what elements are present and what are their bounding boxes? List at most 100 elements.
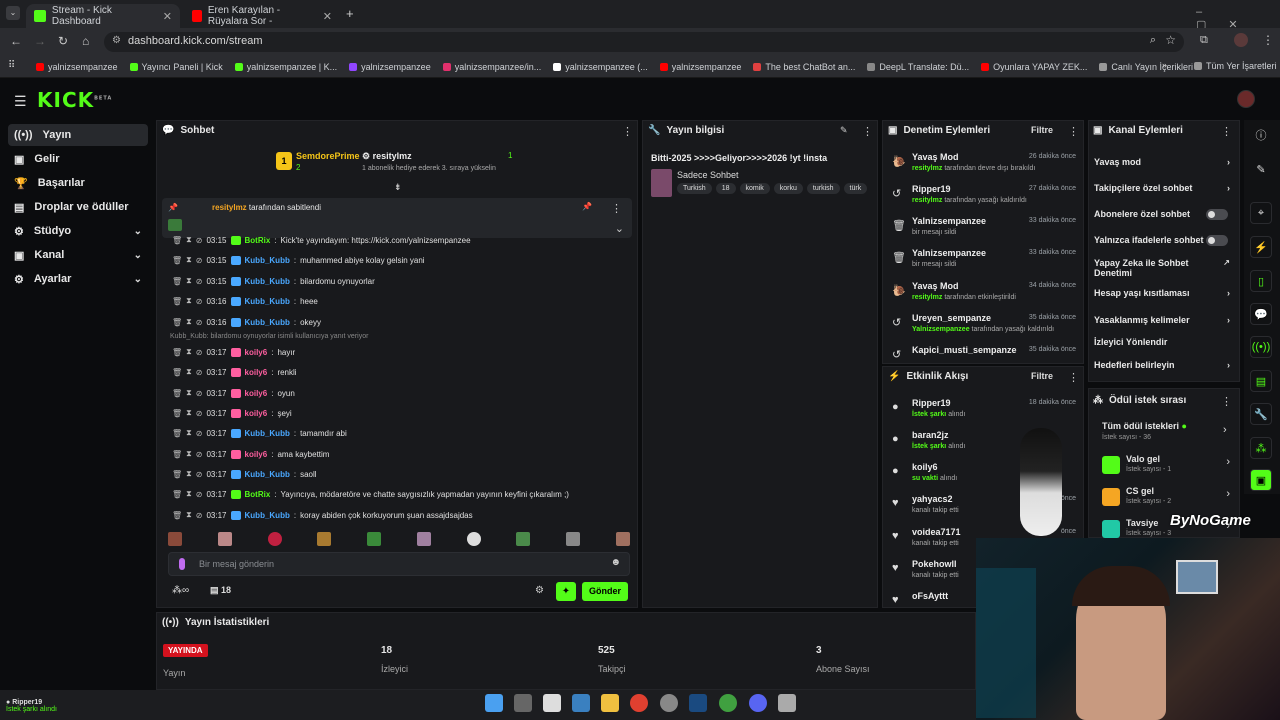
delete-icon[interactable]: 🗑 [172,490,182,499]
tag-chip[interactable]: 18 [715,183,736,194]
user-avatar[interactable] [1237,90,1255,108]
tab-close-icon[interactable]: ✕ [323,10,332,23]
pencil-icon[interactable]: ✎ [1250,158,1272,180]
home-icon[interactable]: ⌂ [82,34,89,48]
sidebar-item-gelir[interactable]: ▣ Gelir [8,148,148,170]
gifter-name[interactable]: SemdorePrime [296,151,360,161]
rewards-menu-icon[interactable]: ⋮ [1221,395,1232,408]
ban-icon[interactable]: ⊘ [196,389,203,398]
tag-chip[interactable]: turkish [806,183,840,194]
toggle-switch[interactable] [1206,235,1228,246]
pinned-menu-icon[interactable]: ⋮ [611,202,622,215]
channel-action-item[interactable]: Yavaş mod › [1094,157,1234,167]
document-icon[interactable]: ▯ [1250,270,1272,292]
bookmark[interactable]: Yayıncı Paneli | Kick [129,62,223,72]
chat-bubble-icon[interactable]: 💬 [1250,303,1272,325]
photos-icon[interactable] [572,694,590,712]
tag-chip[interactable]: türk [843,183,868,194]
delete-icon[interactable]: 🗑 [172,277,182,286]
emote-icon[interactable] [615,532,630,546]
chatters-infinity[interactable]: ⁂∞ [172,585,189,596]
sidebar-item-basarilar[interactable]: 🏆 Başarılar [8,172,148,194]
channel-action-item[interactable]: Yapay Zeka ile Sohbet Denetimi ↗ [1094,258,1234,278]
steam-icon[interactable] [689,694,707,712]
message-username[interactable]: BotRix [245,236,271,245]
channel-action-item[interactable]: Abonelere özel sohbet [1094,209,1234,220]
timeout-icon[interactable]: ⧗ [186,388,192,398]
bookmark[interactable]: Oyunlara YAPAY ZEK... [981,62,1087,72]
extensions-icon[interactable]: ⧉ [1200,34,1208,47]
tab-kick-dashboard[interactable]: Stream - Kick Dashboard ✕ [26,4,180,28]
sidebar-item-yayin[interactable]: ((•)) Yayın [8,124,148,146]
file-explorer-icon[interactable] [601,694,619,712]
focus-icon[interactable]: ⌖ [1250,202,1272,224]
activity-filter-button[interactable]: Filtre [1031,371,1053,381]
tab-youtube[interactable]: Eren Karayılan - Rüyalara Sor - ✕ [184,4,340,28]
bookmark-folder[interactable]: Canlı Yayın İçerikleri [1099,62,1193,72]
back-icon[interactable]: ← [10,34,22,48]
delete-icon[interactable]: 🗑 [172,368,182,377]
ban-icon[interactable]: ⊘ [196,429,203,438]
gift-user[interactable]: ⚙ resitylmz [362,151,412,162]
message-username[interactable]: koily6 [245,368,268,377]
emote-icon[interactable] [466,532,481,546]
collapse-icon[interactable]: ⇟ [394,182,402,193]
message-username[interactable]: koily6 [245,389,268,398]
message-username[interactable]: Kubb_Kubb [245,256,290,265]
bookmark[interactable]: yalnizsempanzee [659,62,741,72]
message-username[interactable]: Kubb_Kubb [245,511,290,520]
sidebar-item-studyo[interactable]: ⚙ Stüdyo ⌄ [8,220,148,242]
bookmark[interactable]: The best ChatBot an... [753,62,855,72]
zoom-icon[interactable]: ⌕ [1150,34,1156,47]
hamburger-menu-icon[interactable]: ☰ [14,93,27,110]
timeout-icon[interactable]: ⧗ [186,367,192,377]
task-view-icon[interactable] [514,694,532,712]
mod-action-item[interactable]: 🐌 Yavaş Mod 34 dakika önce resitylmz tarafı… [892,281,1078,311]
reward-item[interactable]: Valo gel İstek sayısı - 1 › [1102,454,1232,482]
message-username[interactable]: koily6 [245,409,268,418]
emote-icon[interactable] [217,532,232,546]
profile-avatar[interactable] [1234,33,1248,47]
lightning-icon[interactable]: ⚡ [1250,236,1272,258]
ban-icon[interactable]: ⊘ [196,470,203,479]
ban-icon[interactable]: ⊘ [196,318,203,327]
emote-icon[interactable] [367,532,382,546]
delete-icon[interactable]: 🗑 [172,511,182,520]
channel-menu-icon[interactable]: ⋮ [1221,125,1232,138]
channel-action-item[interactable]: Yalnızca ifadelerle sohbet [1094,235,1234,246]
delete-icon[interactable]: 🗑 [172,297,182,306]
mod-menu-icon[interactable]: ⋮ [1068,125,1079,138]
channel-action-item[interactable]: İzleyici Yönlendir [1094,337,1234,347]
chrome-icon[interactable] [630,694,648,712]
message-username[interactable]: Kubb_Kubb [245,277,290,286]
delete-icon[interactable]: 🗑 [172,470,182,479]
nodes-icon[interactable]: ⁂ [1250,437,1272,459]
forward-icon[interactable]: → [34,34,46,48]
emote-icon[interactable] [267,532,282,546]
activity-item[interactable]: ● Ripper19 18 dakika önce İstek şarkı alınd… [892,398,1078,428]
chevron-right-icon[interactable]: › [1223,424,1227,436]
tag-chip[interactable]: komik [739,183,770,194]
apps-grid-icon[interactable]: ⠿ [8,60,15,71]
menu-icon[interactable]: ⋮ [1262,33,1274,47]
timeout-icon[interactable]: ⧗ [186,408,192,418]
ban-icon[interactable]: ⊘ [196,277,203,286]
more-bookmarks-icon[interactable]: » [1162,60,1167,70]
emote-icon[interactable] [566,532,581,546]
chat-menu-icon[interactable]: ⋮ [622,125,633,138]
message-username[interactable]: Kubb_Kubb [245,318,290,327]
emote-icon[interactable] [168,532,182,546]
info-icon[interactable]: ⓘ [1250,124,1272,146]
channel-action-item[interactable]: Yasaklanmış kelimeler › [1094,315,1234,325]
toggle-switch[interactable] [1206,209,1228,220]
chat-input[interactable]: Bir mesaj gönderin ☻ [168,552,630,576]
broadcast-icon[interactable]: ((•)) [1250,336,1272,358]
timeout-icon[interactable]: ⧗ [186,469,192,479]
emote-icon[interactable] [516,532,531,546]
chat-settings-icon[interactable]: ⚙ [535,585,544,596]
chevron-down-icon[interactable]: ⌄ [615,222,624,235]
message-username[interactable]: BotRix [245,490,271,499]
bot-icon[interactable]: ✦ [556,582,576,601]
timeout-icon[interactable]: ⧗ [186,489,192,499]
message-username[interactable]: Kubb_Kubb [245,470,290,479]
